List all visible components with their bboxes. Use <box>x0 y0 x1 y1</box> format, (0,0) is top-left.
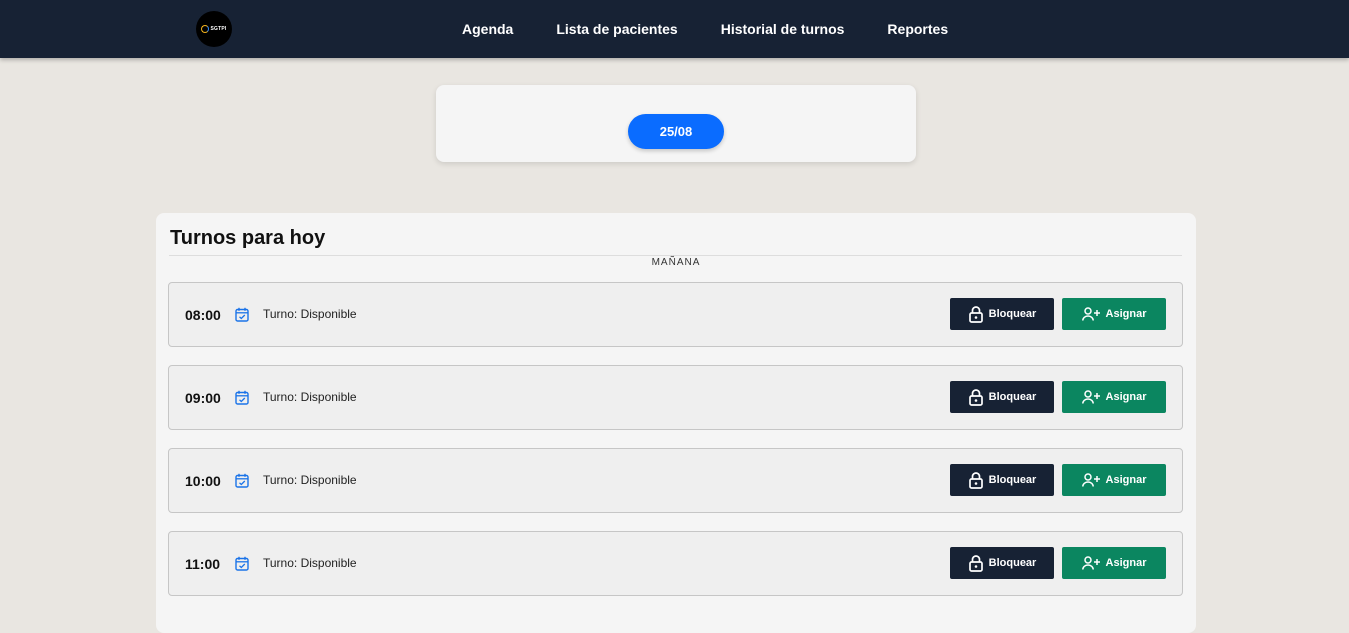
assign-button-label: Asignar <box>1105 474 1147 486</box>
block-button[interactable]: Bloquear <box>950 547 1054 579</box>
user-plus-icon <box>1081 390 1100 404</box>
main-nav: Agenda Lista de pacientes Historial de t… <box>440 0 991 58</box>
slot-time: 11:00 <box>185 556 221 572</box>
block-button-label: Bloquear <box>988 474 1037 486</box>
slot-status: Turno: Disponible <box>263 390 357 404</box>
block-button[interactable]: Bloquear <box>950 464 1054 496</box>
assign-button-label: Asignar <box>1105 557 1147 569</box>
nav-item-historial-turnos[interactable]: Historial de turnos <box>721 21 845 37</box>
nav-item-agenda[interactable]: Agenda <box>462 21 513 37</box>
lock-icon <box>968 555 983 572</box>
slot-time: 09:00 <box>185 390 221 406</box>
block-button-label: Bloquear <box>988 308 1037 320</box>
lock-icon <box>968 472 983 489</box>
app-logo[interactable]: SGTPI <box>196 11 232 47</box>
user-plus-icon <box>1081 556 1100 570</box>
nav-item-lista-pacientes[interactable]: Lista de pacientes <box>556 21 677 37</box>
lock-icon <box>968 389 983 406</box>
user-plus-icon <box>1081 473 1100 487</box>
date-button[interactable]: 25/08 <box>628 114 724 149</box>
logo-text: SGTPI <box>210 26 227 32</box>
assign-button[interactable]: Asignar <box>1062 547 1166 579</box>
calendar-check-icon <box>235 556 249 571</box>
calendar-check-icon <box>235 307 249 322</box>
assign-button[interactable]: Asignar <box>1062 464 1166 496</box>
user-plus-icon <box>1081 307 1100 321</box>
slot-time: 10:00 <box>185 473 221 489</box>
slot-status: Turno: Disponible <box>263 556 357 570</box>
title-divider <box>169 255 1182 256</box>
block-button-label: Bloquear <box>988 557 1037 569</box>
slot-status: Turno: Disponible <box>263 307 357 321</box>
assign-button-label: Asignar <box>1105 391 1147 403</box>
top-navbar: SGTPI Agenda Lista de pacientes Historia… <box>0 0 1349 58</box>
assign-button[interactable]: Asignar <box>1062 381 1166 413</box>
slot-row: 08:00 Turno: Disponible Bloquear Asignar <box>168 282 1183 347</box>
section-label-morning: MAÑANA <box>651 257 701 268</box>
block-button[interactable]: Bloquear <box>950 381 1054 413</box>
slot-row: 11:00 Turno: Disponible Bloquear Asignar <box>168 531 1183 596</box>
schedule-panel: Turnos para hoy MAÑANA 08:00 Turno: Disp… <box>156 213 1196 633</box>
block-button[interactable]: Bloquear <box>950 298 1054 330</box>
slot-status: Turno: Disponible <box>263 473 357 487</box>
schedule-title: Turnos para hoy <box>170 227 326 249</box>
logo-ring-icon <box>201 25 210 33</box>
calendar-check-icon <box>235 473 249 488</box>
date-selector-card: 25/08 <box>436 85 916 162</box>
nav-item-reportes[interactable]: Reportes <box>887 21 948 37</box>
assign-button-label: Asignar <box>1105 308 1147 320</box>
slot-time: 08:00 <box>185 307 221 323</box>
block-button-label: Bloquear <box>988 391 1037 403</box>
calendar-check-icon <box>235 390 249 405</box>
slot-row: 09:00 Turno: Disponible Bloquear Asignar <box>168 365 1183 430</box>
slot-row: 10:00 Turno: Disponible Bloquear Asignar <box>168 448 1183 513</box>
assign-button[interactable]: Asignar <box>1062 298 1166 330</box>
lock-icon <box>968 306 983 323</box>
